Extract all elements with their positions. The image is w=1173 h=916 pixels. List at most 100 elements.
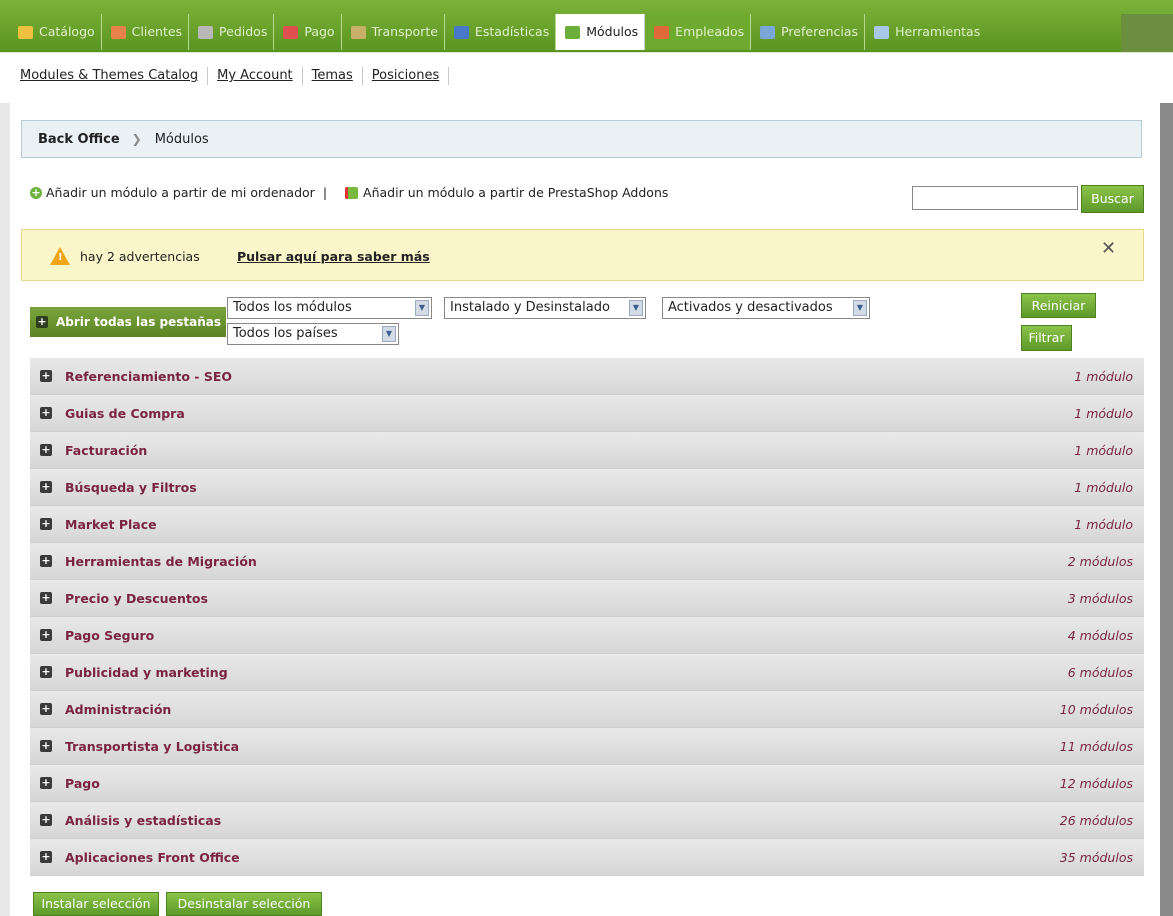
open-all-tabs-button[interactable]: + Abrir todas las pestañas [30, 307, 226, 337]
preferences-icon [760, 25, 776, 39]
tab-pago[interactable]: Pago [274, 14, 342, 50]
install-selection-button[interactable]: Instalar selección [33, 892, 159, 916]
uninstall-selection-button[interactable]: Desinstalar selección [166, 892, 322, 916]
chart-icon [453, 25, 469, 39]
tab-label: Clientes [131, 24, 183, 39]
expand-icon: + [40, 628, 52, 641]
add-circle-icon: + [30, 185, 42, 199]
reset-button[interactable]: Reiniciar [1021, 293, 1096, 318]
expand-icon: + [40, 813, 52, 826]
expand-icon: + [40, 665, 52, 678]
tab-modulos[interactable]: Módulos [556, 14, 646, 50]
category-row[interactable]: + Facturación 1 módulo [30, 432, 1144, 469]
tab-transporte[interactable]: Transporte [342, 14, 445, 50]
tab-label: Pedidos [219, 24, 268, 39]
active-state-select[interactable]: Activados y desactivados ▼ [662, 297, 870, 319]
tab-label: Pago [304, 24, 335, 39]
expand-icon: + [40, 480, 52, 493]
category-row[interactable]: + Publicidad y marketing 6 módulos [30, 654, 1144, 691]
category-row[interactable]: + Precio y Descuentos 3 módulos [30, 580, 1144, 617]
cart-icon [198, 25, 214, 39]
submenu-temas[interactable]: Temas [303, 67, 363, 85]
tab-label: Preferencias [781, 24, 859, 39]
search-button[interactable]: Buscar [1081, 185, 1144, 213]
category-name: Análisis y estadísticas [65, 812, 222, 828]
category-name: Precio y Descuentos [65, 590, 208, 606]
category-count: 1 módulo [1074, 443, 1133, 458]
category-count: 35 módulos [1059, 850, 1133, 865]
breadcrumb-separator-icon: ❯ [131, 132, 142, 146]
submenu-my-account[interactable]: My Account [208, 67, 303, 85]
expand-icon: + [40, 406, 52, 419]
tab-catalogo[interactable]: Catálogo [9, 14, 102, 50]
expand-icon: + [40, 739, 52, 752]
warning-count: hay 2 advertencias [80, 249, 200, 264]
addons-icon [345, 186, 359, 199]
chevron-down-icon: ▼ [415, 300, 429, 316]
category-name: Transportista y Logistica [65, 738, 240, 754]
category-row[interactable]: + Búsqueda y Filtros 1 módulo [30, 469, 1144, 506]
tab-label: Herramientas [895, 24, 981, 39]
tab-estadisticas[interactable]: Estadísticas [445, 14, 557, 50]
right-scroll-rail[interactable] [1160, 103, 1173, 916]
category-row[interactable]: + Herramientas de Migración 2 módulos [30, 543, 1144, 580]
category-row[interactable]: + Administración 10 módulos [30, 691, 1144, 728]
tab-label: Catálogo [39, 24, 95, 39]
category-row[interactable]: + Referenciamiento - SEO 1 módulo [30, 358, 1144, 395]
category-count: 4 módulos [1067, 628, 1133, 643]
chevron-down-icon: ▼ [382, 326, 396, 342]
add-module-links: + Añadir un módulo a partir de mi ordena… [30, 185, 668, 200]
install-state-select[interactable]: Instalado y Desinstalado ▼ [444, 297, 646, 319]
submenu-posiciones[interactable]: Posiciones [363, 67, 450, 85]
tab-herramientas[interactable]: Herramientas [865, 14, 986, 50]
category-row[interactable]: + Transportista y Logistica 11 módulos [30, 728, 1144, 765]
warning-icon-mark: ! [58, 252, 63, 263]
breadcrumb-root[interactable]: Back Office [38, 132, 120, 147]
search-input[interactable] [912, 186, 1078, 210]
tab-clientes[interactable]: Clientes [102, 14, 190, 50]
chevron-down-icon: ▼ [853, 300, 867, 316]
user-icon [110, 25, 126, 39]
category-row[interactable]: + Pago 12 módulos [30, 765, 1144, 802]
tab-empleados[interactable]: Empleados [645, 14, 752, 50]
install-state-value: Instalado y Desinstalado [450, 300, 610, 315]
category-row[interactable]: + Guias de Compra 1 módulo [30, 395, 1144, 432]
left-border [0, 103, 10, 916]
category-row[interactable]: + Market Place 1 módulo [30, 506, 1144, 543]
country-filter-select[interactable]: Todos los países ▼ [227, 323, 399, 345]
category-row[interactable]: + Análisis y estadísticas 26 módulos [30, 802, 1144, 839]
sub-menu: Modules & Themes Catalog My Account Tema… [0, 52, 1173, 104]
category-count: 10 módulos [1059, 702, 1133, 717]
category-name: Aplicaciones Front Office [65, 849, 240, 865]
expand-icon: + [40, 554, 52, 567]
category-count: 6 módulos [1067, 665, 1133, 680]
category-count: 2 módulos [1067, 554, 1133, 569]
expand-icon: + [40, 517, 52, 530]
add-from-computer-link[interactable]: Añadir un módulo a partir de mi ordenado… [46, 185, 315, 200]
warning-banner: ! hay 2 advertencias Pulsar aquí para sa… [21, 229, 1144, 281]
category-row[interactable]: + Aplicaciones Front Office 35 módulos [30, 839, 1144, 876]
tab-pedidos[interactable]: Pedidos [189, 14, 275, 50]
breadcrumb: Back Office ❯ Módulos [21, 120, 1142, 158]
modules-filter-select[interactable]: Todos los módulos ▼ [227, 297, 432, 319]
category-name: Pago [65, 775, 100, 791]
submenu-modules-themes-catalog[interactable]: Modules & Themes Catalog [14, 67, 209, 85]
tab-label: Transporte [371, 24, 438, 39]
warning-more-link[interactable]: Pulsar aquí para saber más [237, 249, 430, 264]
expand-icon: + [40, 591, 52, 604]
tab-label: Empleados [675, 24, 745, 39]
category-name: Pago Seguro [65, 627, 155, 643]
add-from-addons-link[interactable]: Añadir un módulo a partir de PrestaShop … [363, 185, 668, 200]
tab-preferencias[interactable]: Preferencias [751, 14, 866, 50]
category-row[interactable]: + Pago Seguro 4 módulos [30, 617, 1144, 654]
employee-icon [654, 25, 670, 39]
category-name: Publicidad y marketing [65, 664, 228, 680]
close-icon[interactable]: ✕ [1101, 238, 1116, 259]
expand-icon: + [40, 776, 52, 789]
active-state-value: Activados y desactivados [668, 300, 833, 315]
truck-icon [350, 25, 366, 39]
filter-button[interactable]: Filtrar [1021, 325, 1072, 351]
category-count: 12 módulos [1059, 776, 1133, 791]
top-navigation-bar: Catálogo Clientes Pedidos Pago Transport… [0, 0, 1173, 52]
modules-filter-value: Todos los módulos [233, 300, 352, 315]
